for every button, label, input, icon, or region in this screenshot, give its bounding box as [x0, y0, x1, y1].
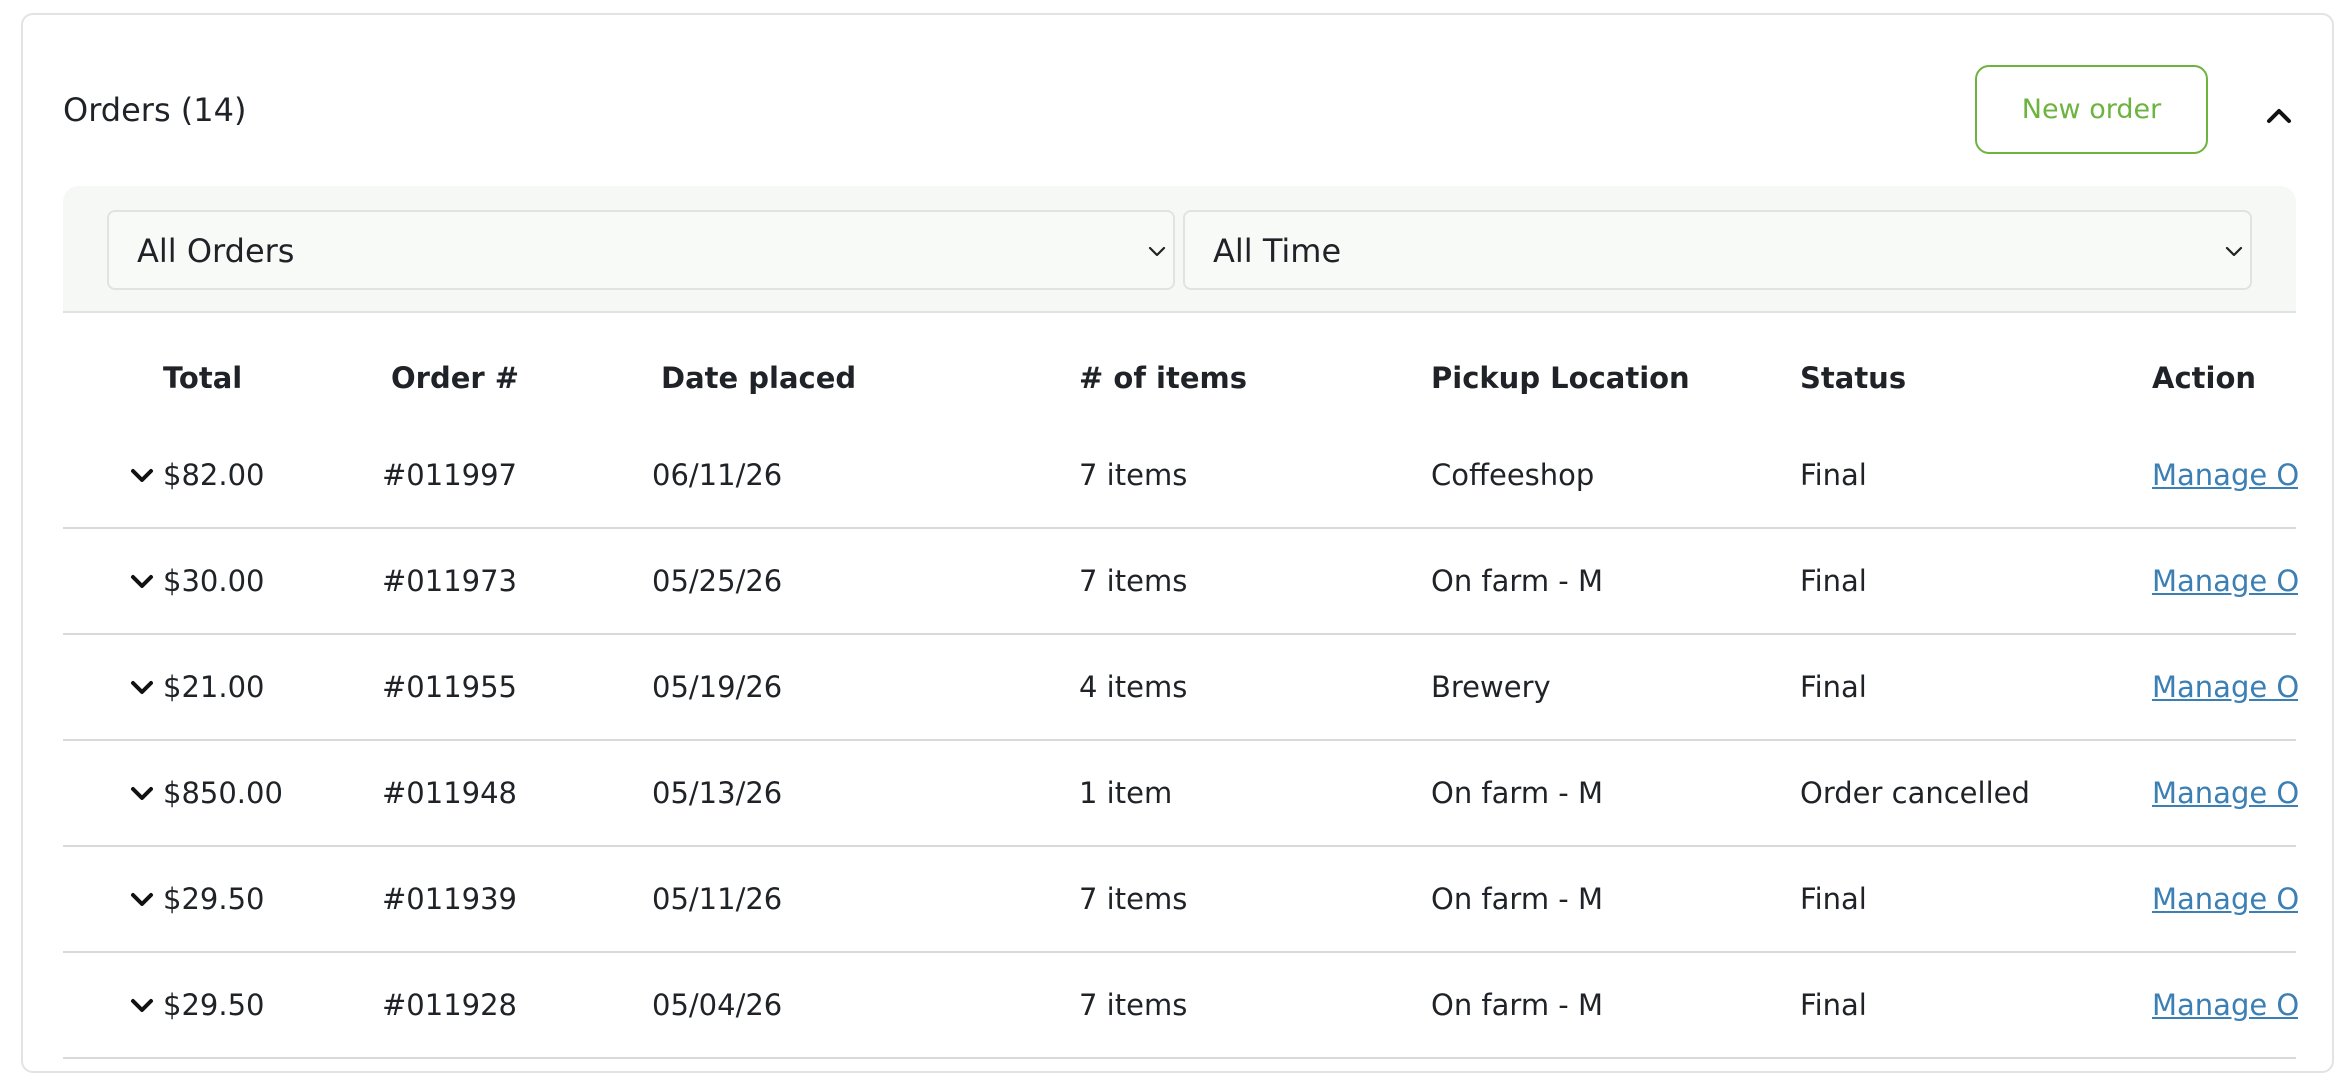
pickup-location: On farm - M	[1431, 564, 1603, 598]
order-status: Final	[1800, 564, 1867, 598]
order-item-count: 7 items	[1079, 988, 1188, 1022]
column-header-order-number: Order #	[391, 361, 520, 395]
manage-order-link[interactable]: Manage O	[2152, 987, 2298, 1023]
expand-row-chevron-icon[interactable]	[129, 675, 155, 701]
column-header-status: Status	[1800, 361, 1907, 395]
order-item-count: 1 item	[1079, 776, 1173, 810]
order-date: 05/13/26	[652, 776, 783, 810]
order-date: 05/19/26	[652, 670, 783, 704]
orders-title: Orders (14)	[63, 91, 247, 129]
table-row: $29.50 #011928 05/04/26 7 items On farm - M F…	[63, 953, 2298, 1059]
order-filter-value: All Orders	[137, 232, 295, 270]
expand-row-chevron-icon[interactable]	[129, 781, 155, 807]
pickup-location: On farm - M	[1431, 988, 1603, 1022]
column-header-date-placed: Date placed	[661, 361, 857, 395]
column-header-total: Total	[163, 361, 243, 395]
order-number: #011955	[382, 670, 518, 704]
order-total: $29.50	[163, 882, 265, 916]
time-filter-value: All Time	[1213, 232, 1342, 270]
orders-panel: Orders (14) New order All Orders All Tim…	[21, 13, 2334, 1073]
pickup-location: Coffeeshop	[1431, 458, 1595, 492]
order-number: #011928	[382, 988, 518, 1022]
order-date: 05/25/26	[652, 564, 783, 598]
order-date: 05/04/26	[652, 988, 783, 1022]
order-status: Order cancelled	[1800, 776, 2030, 810]
table-row: $850.00 #011948 05/13/26 1 item On farm - M O…	[63, 741, 2298, 847]
orders-panel-header: Orders (14) New order	[23, 15, 2332, 185]
order-number: #011973	[382, 564, 518, 598]
expand-row-chevron-icon[interactable]	[129, 887, 155, 913]
order-total: $29.50	[163, 988, 265, 1022]
order-date: 05/11/26	[652, 882, 783, 916]
chevron-down-icon	[1148, 246, 1166, 257]
order-total: $850.00	[163, 776, 283, 810]
order-item-count: 4 items	[1079, 670, 1188, 704]
chevron-down-icon	[2225, 246, 2243, 257]
pickup-location: On farm - M	[1431, 776, 1603, 810]
order-status: Final	[1800, 458, 1867, 492]
order-total: $82.00	[163, 458, 265, 492]
table-row: $30.00 #011973 05/25/26 7 items On farm - M F…	[63, 529, 2298, 635]
order-item-count: 7 items	[1079, 458, 1188, 492]
filter-bar: All Orders All Time	[63, 186, 2296, 313]
order-status: Final	[1800, 988, 1867, 1022]
time-filter-select[interactable]: All Time	[1183, 210, 2252, 290]
order-total: $30.00	[163, 564, 265, 598]
order-number: #011997	[382, 458, 518, 492]
manage-order-link[interactable]: Manage O	[2152, 881, 2298, 917]
order-item-count: 7 items	[1079, 564, 1188, 598]
order-filter-select[interactable]: All Orders	[107, 210, 1175, 290]
column-header-action: Action	[2152, 361, 2257, 395]
chevron-up-icon	[2267, 109, 2291, 123]
expand-row-chevron-icon[interactable]	[129, 463, 155, 489]
new-order-button[interactable]: New order	[1975, 65, 2208, 154]
order-date: 06/11/26	[652, 458, 783, 492]
order-number: #011939	[382, 882, 518, 916]
table-row: $82.00 #011997 06/11/26 7 items Coffeeshop Fi…	[63, 423, 2298, 529]
pickup-location: Brewery	[1431, 670, 1551, 704]
table-header: Total Order # Date placed # of items Pic…	[63, 313, 2296, 423]
order-number: #011948	[382, 776, 518, 810]
pickup-location: On farm - M	[1431, 882, 1603, 916]
order-item-count: 7 items	[1079, 882, 1188, 916]
manage-order-link[interactable]: Manage O	[2152, 563, 2298, 599]
expand-row-chevron-icon[interactable]	[129, 569, 155, 595]
expand-row-chevron-icon[interactable]	[129, 993, 155, 1019]
collapse-toggle[interactable]	[2259, 95, 2299, 135]
order-status: Final	[1800, 882, 1867, 916]
order-status: Final	[1800, 670, 1867, 704]
column-header-item-count: # of items	[1079, 361, 1247, 395]
manage-order-link[interactable]: Manage O	[2152, 669, 2298, 705]
manage-order-link[interactable]: Manage O	[2152, 457, 2298, 493]
table-row: $21.00 #011955 05/19/26 4 items Brewery Final…	[63, 635, 2298, 741]
manage-order-link[interactable]: Manage O	[2152, 775, 2298, 811]
column-header-pickup-location: Pickup Location	[1431, 361, 1690, 395]
order-total: $21.00	[163, 670, 265, 704]
table-row: $29.50 #011939 05/11/26 7 items On farm - M F…	[63, 847, 2298, 953]
